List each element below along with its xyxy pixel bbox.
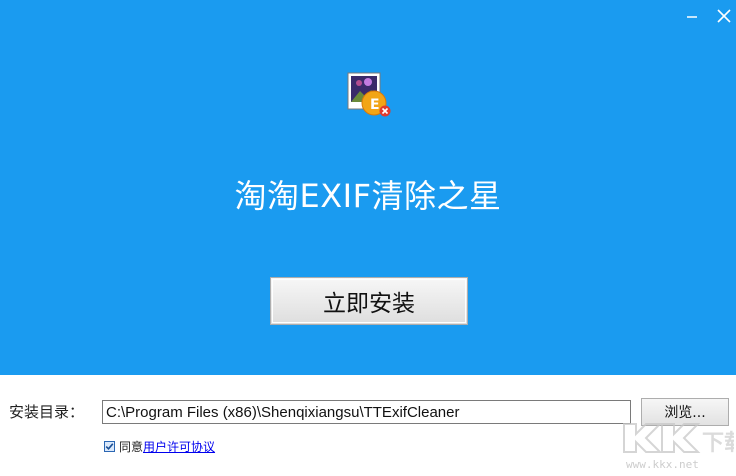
svg-text:E: E	[370, 97, 380, 113]
minimize-icon	[687, 16, 697, 18]
site-watermark: 下载 www.kkx.net	[618, 418, 736, 472]
header-banner: E 淘淘EXIF清除之星 立即安装	[0, 0, 736, 375]
install-dir-input[interactable]	[102, 400, 631, 424]
svg-text:下载: 下载	[702, 430, 734, 456]
minimize-button[interactable]	[680, 4, 704, 28]
installer-window: E 淘淘EXIF清除之星 立即安装 安装目录： 浏览... 同意 用户许可协议	[0, 0, 736, 473]
install-dir-label: 安装目录：	[9, 403, 85, 421]
app-title: 淘淘EXIF清除之星	[234, 177, 502, 215]
close-button[interactable]	[712, 4, 736, 28]
license-agreement-link[interactable]: 用户许可协议	[143, 438, 215, 455]
agreement-row: 同意 用户许可协议	[104, 438, 215, 454]
checkmark-icon	[105, 442, 114, 450]
install-now-label: 立即安装	[323, 291, 415, 317]
agree-text: 同意	[119, 439, 144, 454]
close-icon	[717, 9, 731, 23]
watermark-url: www.kkx.net	[626, 458, 699, 471]
app-exif-icon: E	[346, 71, 394, 119]
agree-checkbox[interactable]	[104, 440, 115, 452]
install-now-button[interactable]: 立即安装	[270, 277, 468, 325]
